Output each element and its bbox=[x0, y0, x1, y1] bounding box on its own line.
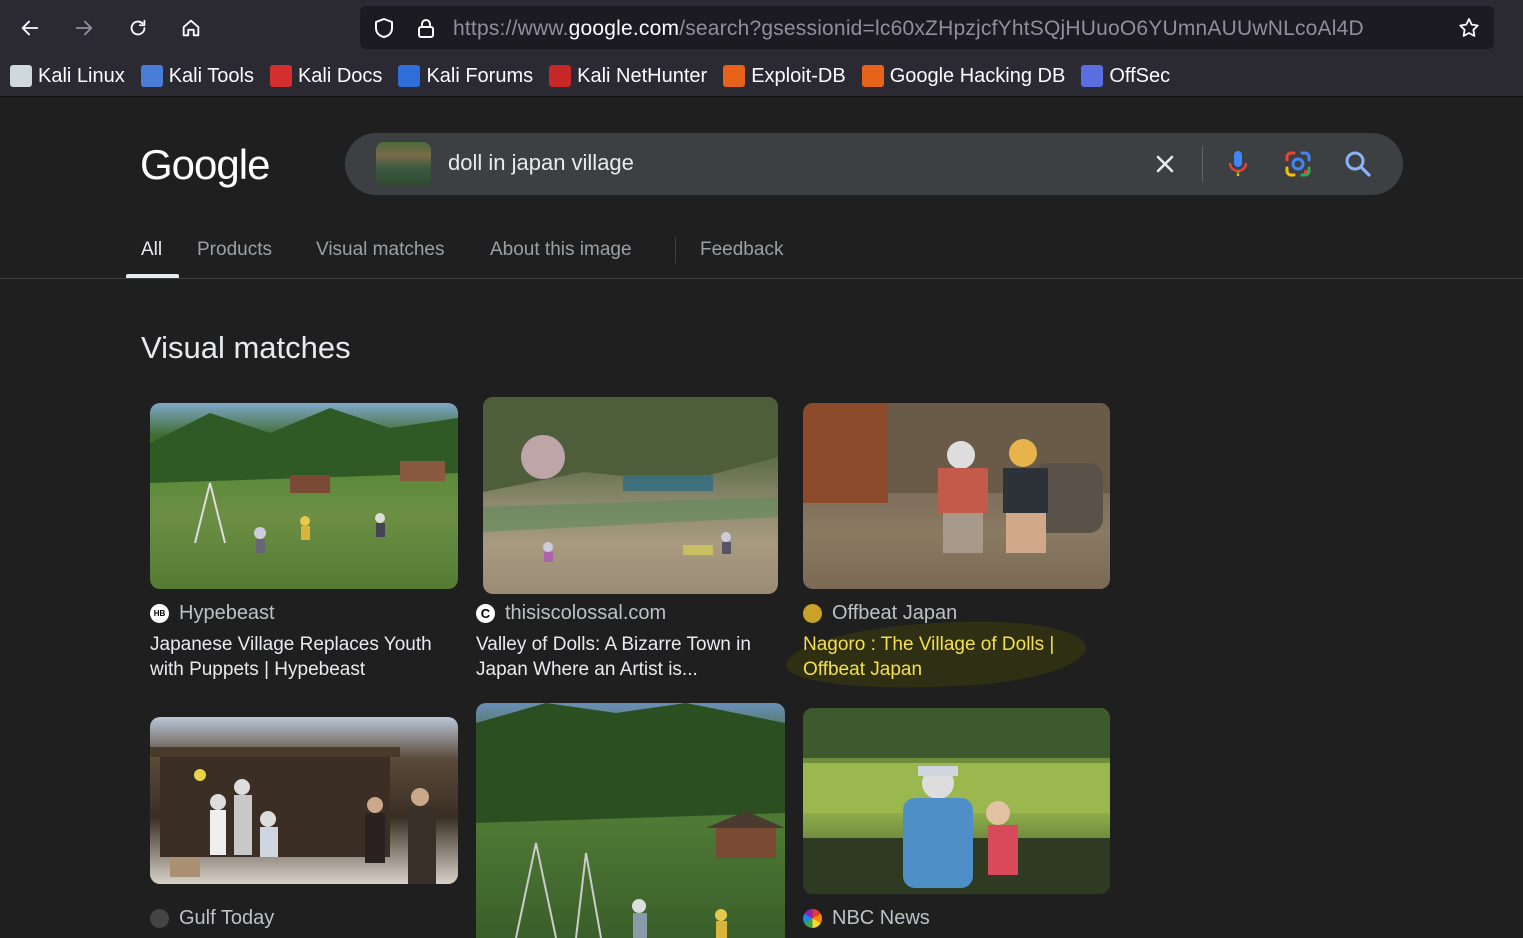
bookmark-exploit-db[interactable]: Exploit-DB bbox=[723, 64, 846, 88]
hypebeast-favicon: HB bbox=[150, 604, 169, 623]
bookmark-label: Kali Docs bbox=[297, 64, 383, 87]
bookmark-google-hacking-db[interactable]: Google Hacking DB bbox=[861, 64, 1066, 88]
star-icon[interactable] bbox=[1457, 16, 1481, 40]
gulf-today-favicon bbox=[150, 909, 169, 928]
lock-icon[interactable] bbox=[414, 16, 438, 40]
google-logo[interactable]: Google bbox=[140, 141, 270, 189]
url-bar[interactable]: https://www.google.com/search?gsessionid… bbox=[360, 6, 1494, 49]
source-name: Offbeat Japan bbox=[832, 602, 958, 624]
search-button[interactable] bbox=[1342, 148, 1374, 180]
result-title-highlighted[interactable]: Nagoro : The Village of Dolls | Offbeat … bbox=[803, 632, 1093, 682]
result-source[interactable]: Cthisiscolossal.com bbox=[476, 602, 666, 625]
bookmark-label: Kali Linux bbox=[38, 64, 125, 87]
search-query[interactable]: doll in japan village bbox=[448, 150, 634, 176]
bookmark-label: Kali Tools bbox=[168, 64, 254, 87]
result-title[interactable]: Valley of Dolls: A Bizarre Town in Japan… bbox=[476, 632, 781, 682]
bookmark-kali-forums[interactable]: Kali Forums bbox=[398, 65, 533, 88]
offbeat-japan-favicon bbox=[803, 604, 822, 623]
google-lens-icon bbox=[1285, 151, 1311, 177]
tab-about-this-image[interactable]: About this image bbox=[490, 239, 632, 261]
colossal-favicon: C bbox=[476, 604, 495, 623]
nbc-peacock-favicon bbox=[803, 909, 822, 928]
url-prefix: https://www. bbox=[453, 17, 569, 40]
bookmark-kali-docs[interactable]: Kali Docs bbox=[269, 64, 383, 88]
home-button[interactable] bbox=[175, 12, 207, 44]
lens-search-button[interactable] bbox=[1282, 148, 1314, 180]
result-source[interactable]: NBC News bbox=[803, 907, 930, 930]
reload-button[interactable] bbox=[122, 12, 154, 44]
result-image[interactable] bbox=[803, 403, 1110, 589]
arrow-right-icon bbox=[75, 20, 93, 36]
bookmark-kali-linux[interactable]: Kali Linux bbox=[10, 65, 125, 88]
search-divider bbox=[1202, 146, 1203, 182]
bookmark-label: OffSec bbox=[1109, 64, 1171, 87]
source-name: NBC News bbox=[832, 907, 930, 929]
tab-all[interactable]: All bbox=[141, 239, 162, 261]
url-domain: google.com bbox=[568, 17, 680, 40]
result-image[interactable] bbox=[483, 397, 778, 594]
google-page: Google doll in japan village All Product… bbox=[0, 97, 1523, 938]
bookmark-label: Google Hacking DB bbox=[889, 64, 1066, 87]
source-name: thisiscolossal.com bbox=[505, 602, 667, 624]
back-button[interactable] bbox=[14, 12, 46, 44]
bookmark-label: Exploit-DB bbox=[751, 64, 846, 87]
kali-dragon-icon bbox=[10, 65, 32, 87]
bookmark-offsec[interactable]: OffSec bbox=[1081, 65, 1170, 88]
result-image[interactable] bbox=[150, 403, 458, 589]
clear-button[interactable] bbox=[1149, 148, 1181, 180]
result-source[interactable]: Offbeat Japan bbox=[803, 602, 957, 625]
source-name: Gulf Today bbox=[179, 907, 275, 929]
tab-feedback[interactable]: Feedback bbox=[700, 239, 783, 261]
offsec-icon bbox=[1081, 65, 1104, 87]
url-fade bbox=[1398, 10, 1438, 45]
search-icon bbox=[1345, 151, 1371, 177]
result-source[interactable]: HB Hypebeast bbox=[150, 602, 275, 625]
source-name: Hypebeast bbox=[179, 602, 275, 624]
bookmark-label: Kali Forums bbox=[426, 64, 534, 87]
result-tabs: All Products Visual matches About this i… bbox=[0, 233, 1523, 279]
kali-forums-icon bbox=[398, 65, 421, 87]
result-image[interactable] bbox=[476, 703, 785, 938]
url-path: /search?gsessionid=lc60xZHpzjcfYhtSQjHUu… bbox=[679, 17, 1364, 40]
active-tab-indicator bbox=[126, 274, 179, 278]
home-icon bbox=[182, 19, 200, 37]
bookmark-kali-tools[interactable]: Kali Tools bbox=[140, 64, 254, 88]
nethunter-icon bbox=[549, 65, 572, 87]
voice-search-button[interactable] bbox=[1222, 148, 1254, 180]
result-image[interactable] bbox=[803, 708, 1110, 894]
tab-visual-matches[interactable]: Visual matches bbox=[316, 239, 445, 261]
kali-docs-icon bbox=[269, 65, 292, 87]
exploit-db-icon bbox=[723, 65, 746, 87]
kali-tools-icon bbox=[140, 65, 163, 87]
result-image[interactable] bbox=[150, 717, 458, 884]
bookmarks-bar: Kali Linux Kali Tools Kali Docs Kali Forums… bbox=[0, 56, 1523, 97]
tab-separator bbox=[675, 237, 676, 263]
section-title: Visual matches bbox=[141, 330, 351, 365]
shield-icon[interactable] bbox=[372, 16, 396, 40]
ghdb-icon bbox=[861, 65, 884, 87]
browser-toolbar: https://www.google.com/search?gsessionid… bbox=[0, 0, 1523, 56]
result-source[interactable]: Gulf Today bbox=[150, 907, 274, 930]
forward-button[interactable] bbox=[68, 12, 100, 44]
query-image-thumbnail[interactable] bbox=[376, 142, 431, 186]
search-box[interactable]: doll in japan village bbox=[345, 133, 1403, 195]
url-text[interactable]: https://www.google.com/search?gsessionid… bbox=[453, 17, 1443, 41]
tab-products[interactable]: Products bbox=[197, 239, 272, 261]
bookmark-label: Kali NetHunter bbox=[577, 64, 708, 87]
microphone-icon bbox=[1228, 151, 1248, 176]
arrow-left-icon bbox=[21, 20, 39, 36]
bookmark-kali-nethunter[interactable]: Kali NetHunter bbox=[549, 65, 707, 88]
reload-icon bbox=[130, 19, 146, 36]
close-icon bbox=[1156, 155, 1174, 173]
result-title[interactable]: Japanese Village Replaces Youth with Pup… bbox=[150, 632, 460, 682]
